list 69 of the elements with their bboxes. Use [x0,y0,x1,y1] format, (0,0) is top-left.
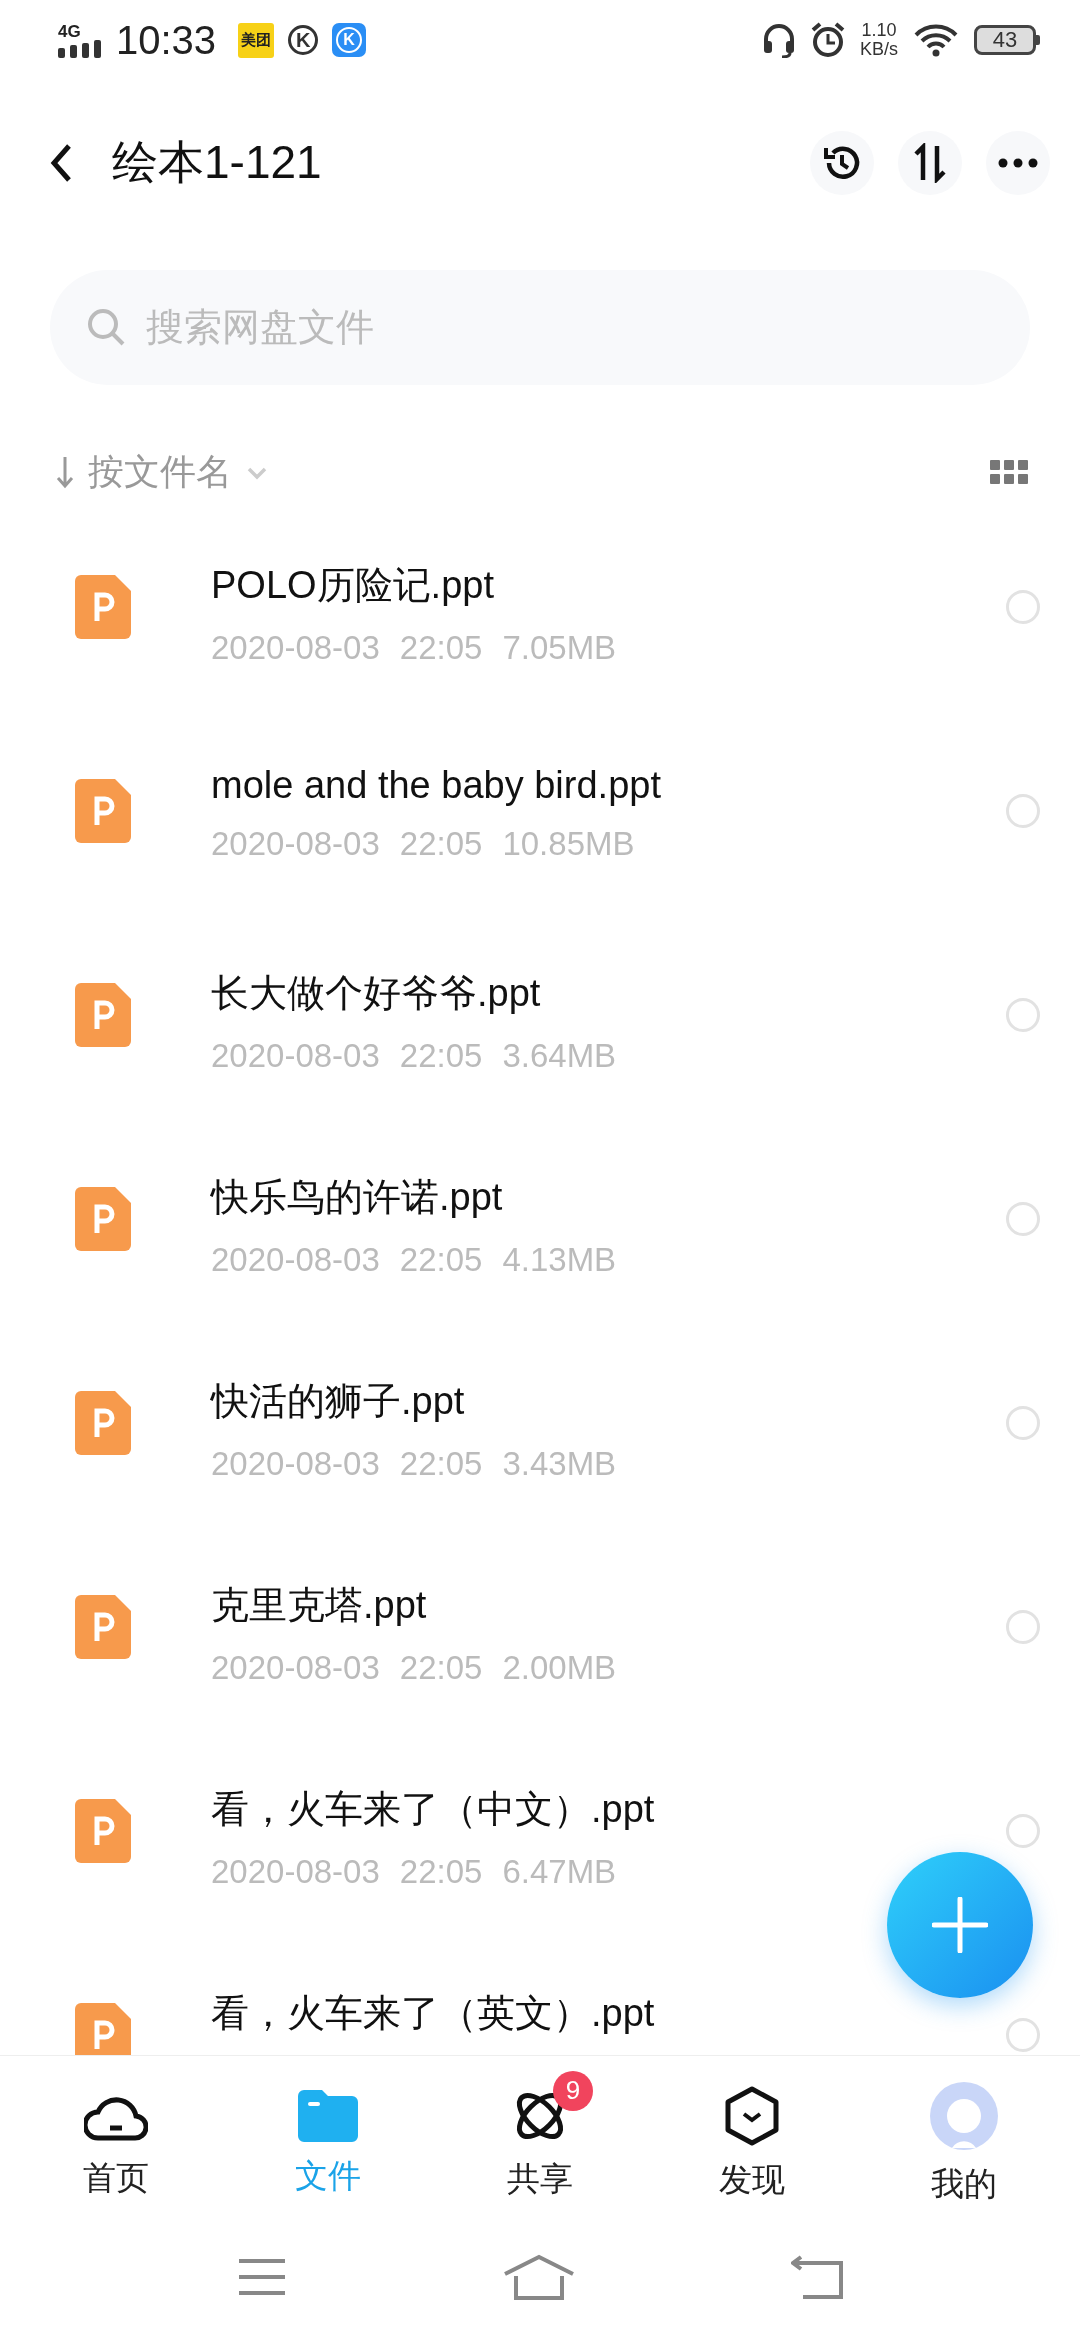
down-arrow-icon [56,456,74,489]
nav-tab[interactable]: 发现 [677,2069,827,2203]
file-date: 2020-08-03 [211,1241,380,1279]
file-size: 10.85MB [502,825,635,863]
hexagon-icon [724,2085,780,2146]
grid-view-icon[interactable] [990,459,1028,486]
network-type: 4G [58,22,82,40]
file-name[interactable]: 看，火车来了（中文）.ppt [211,1784,1006,1835]
file-size: 4.13MB [502,1241,617,1279]
search-icon [86,307,126,347]
app-badge: K [288,25,319,55]
notification-count: 9 [553,2070,593,2111]
file-name[interactable]: POLO历险记.ppt [211,560,1006,611]
file-size: 2.00MB [502,1649,617,1687]
file-time: 22:05 [399,629,483,667]
nav-tab[interactable]: 我的 [889,2065,1039,2207]
file-time: 22:05 [399,1445,483,1483]
folder-title: 绘本1-121 [112,134,323,190]
add-button[interactable] [887,1852,1033,1998]
file-size: 3.64MB [502,1037,617,1075]
file-date: 2020-08-03 [211,1445,380,1483]
file-name[interactable]: 快活的狮子.ppt [211,1376,1006,1427]
ppt-file-icon [75,1595,131,1659]
ppt-file-icon [75,2003,131,2055]
speed-unit: KB/s [860,40,898,59]
back-icon[interactable] [50,142,72,183]
signal-icon [58,39,102,58]
battery-level: 43 [974,25,1036,55]
ppt-file-icon [75,779,131,843]
file-time: 22:05 [399,1649,483,1687]
app-badge: K [332,23,367,57]
ppt-file-icon [75,983,131,1047]
search-field[interactable]: 搜索网盘文件 [50,270,1030,385]
folder-icon [298,2089,358,2142]
file-time: 22:05 [399,825,483,863]
file-time: 22:05 [399,1037,483,1075]
ppt-file-icon [75,1187,131,1251]
file-time: 22:05 [399,1853,483,1891]
file-name[interactable]: 克里克塔.ppt [211,1580,1006,1631]
nav-tab[interactable]: 首页 [41,2071,191,2201]
speed-value: 1.10 [861,21,897,40]
home-button[interactable] [502,2254,576,2303]
file-size: 7.05MB [502,629,617,667]
more-icon [998,157,1038,168]
ppt-file-icon [75,1799,131,1863]
file-name[interactable]: 长大做个好爷爷.ppt [211,968,1006,1019]
file-name[interactable]: 快乐鸟的许诺.ppt [211,1172,1006,1223]
file-date: 2020-08-03 [211,1649,380,1687]
file-date: 2020-08-03 [211,629,380,667]
file-time: 22:05 [399,1241,483,1279]
file-name[interactable]: mole and the baby bird.ppt [211,764,1006,807]
back-button[interactable] [790,2255,843,2302]
nav-tab[interactable]: 共享 9 [465,2070,615,2202]
ppt-file-icon [75,1391,131,1455]
clock-time: 10:33 [116,17,217,63]
file-size: 3.43MB [502,1445,617,1483]
wifi-icon [912,23,960,57]
alarm-icon [810,22,846,58]
headset-icon [762,22,796,58]
chevron-down-icon[interactable] [246,465,268,480]
file-date: 2020-08-03 [211,825,380,863]
ppt-file-icon [75,575,131,639]
file-date: 2020-08-03 [211,1037,380,1075]
file-size: 6.47MB [502,1853,617,1891]
file-name[interactable]: 看，火车来了（英文）.ppt [211,1988,1006,2039]
avatar-icon [930,2081,998,2150]
app-badge: 美团 [238,22,275,58]
file-date: 2020-08-03 [211,1853,380,1891]
plus-icon [932,1897,988,1953]
